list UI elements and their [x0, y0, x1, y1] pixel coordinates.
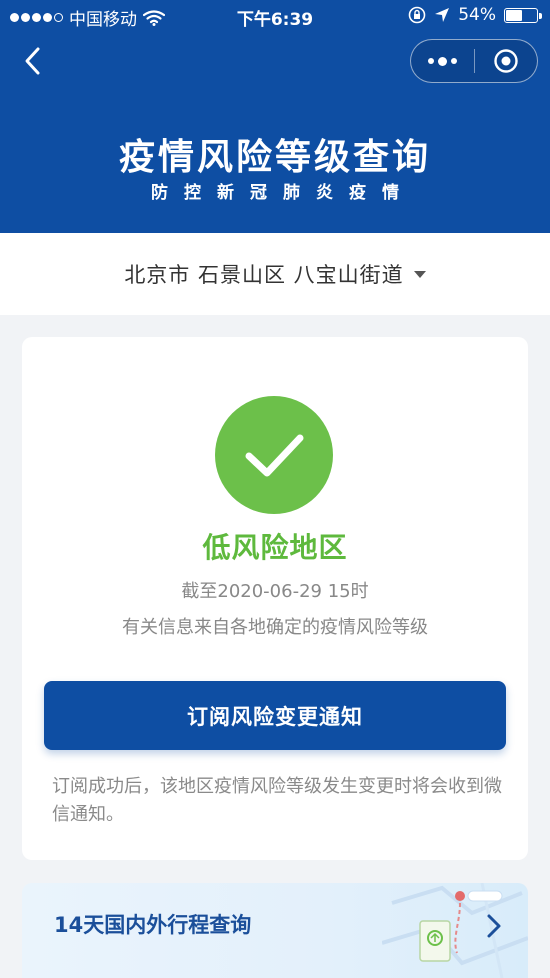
- location-text: 北京市 石景山区 八宝山街道: [124, 263, 404, 287]
- status-right: 54%: [408, 5, 542, 25]
- itinerary-label: 14天国内外行程查询: [54, 913, 252, 937]
- battery-icon: [504, 7, 542, 23]
- header: 中国移动 下午6:39 54% 疫情风险等级查询 防控新冠肺炎疫情: [0, 0, 550, 233]
- close-mini-program-icon: [494, 49, 518, 73]
- more-button[interactable]: [411, 40, 474, 82]
- map-illustration-icon: [382, 883, 528, 978]
- subscribe-button[interactable]: 订阅风险变更通知: [44, 681, 506, 750]
- status-bar: 中国移动 下午6:39 54%: [0, 0, 550, 32]
- page-title: 疫情风险等级查询: [118, 137, 431, 178]
- chevron-right-icon: [487, 914, 501, 938]
- orientation-lock-icon: [408, 6, 426, 24]
- deadline-text: 截至2020-06-29 15时: [181, 581, 369, 602]
- page-subtitle: 防控新冠肺炎疫情: [151, 183, 415, 203]
- location-selector[interactable]: 北京市 石景山区 八宝山街道: [0, 233, 550, 315]
- check-icon: [215, 396, 333, 514]
- mini-program-capsule: [410, 39, 538, 83]
- risk-result-card: 低风险地区 截至2020-06-29 15时 有关信息来自各地确定的疫情风险等级…: [22, 337, 528, 860]
- risk-level-label: 低风险地区: [202, 531, 348, 564]
- location-arrow-icon: [435, 8, 450, 22]
- battery-percent: 54%: [458, 5, 496, 25]
- dropdown-caret-icon: [413, 270, 426, 278]
- more-icon: [427, 56, 457, 66]
- subscribe-note: 订阅成功后，该地区疫情风险等级发生变更时将会收到微信通知。: [52, 776, 502, 825]
- close-button[interactable]: [475, 40, 538, 82]
- back-icon[interactable]: [18, 44, 48, 78]
- source-text: 有关信息来自各地确定的疫情风险等级: [122, 617, 428, 638]
- itinerary-query-card[interactable]: 14天国内外行程查询: [22, 883, 528, 978]
